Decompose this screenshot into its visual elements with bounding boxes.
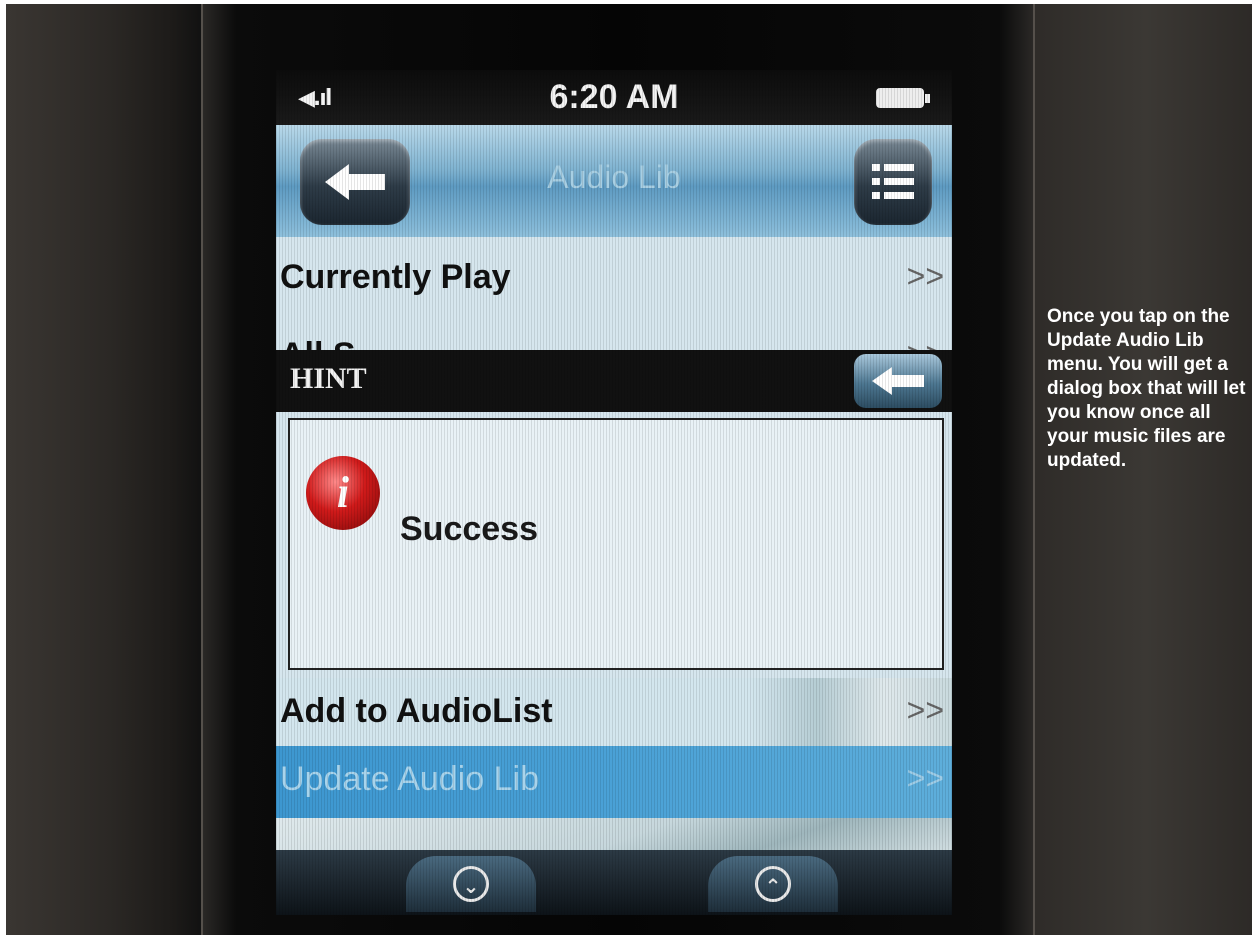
chevron-double-right-icon: >>: [906, 258, 944, 294]
status-bar: ◀.ıl 6:20 AM: [276, 70, 952, 125]
caption-text: Once you tap on the Update Audio Lib men…: [1047, 306, 1246, 471]
scroll-down-icon: ⌄: [453, 866, 489, 902]
scroll-up-icon: ⌃: [755, 866, 791, 902]
menu-item-label: Add to AudioList: [280, 692, 553, 730]
dialog-close-button[interactable]: [854, 354, 942, 408]
menu-item-add-to-audiolist[interactable]: Add to AudioList >>: [276, 678, 952, 748]
menu-item-all-songs[interactable]: All S >>: [276, 322, 952, 352]
device-screen: ◀.ıl 6:20 AM Audio Lib Currently Play >>…: [276, 70, 952, 915]
battery-icon: [876, 88, 930, 108]
title-bar: Audio Lib: [276, 125, 952, 237]
scroll-nav-bar: ⌄ ⌃: [276, 850, 952, 915]
menu-item-label: Update Audio Lib: [280, 760, 539, 798]
menu-button[interactable]: [854, 139, 932, 225]
menu-item-update-audio-lib[interactable]: Update Audio Lib >>: [276, 746, 952, 818]
chevron-double-right-icon: >>: [906, 692, 944, 728]
page-title: Audio Lib: [547, 159, 681, 195]
menu-item-currently-play[interactable]: Currently Play >>: [276, 244, 952, 312]
menu-item-label: Currently Play: [280, 258, 511, 296]
status-time: 6:20 AM: [549, 78, 679, 116]
info-icon: i: [306, 456, 380, 530]
scroll-down-button[interactable]: ⌄: [406, 856, 536, 912]
hint-dialog-header: HINT: [276, 350, 952, 412]
chevron-double-right-icon: >>: [906, 760, 944, 796]
list-menu-icon: [872, 164, 914, 199]
back-arrow-icon: [872, 367, 924, 395]
hint-dialog-body: i Success: [288, 418, 944, 670]
dialog-message: Success: [400, 510, 538, 548]
dialog-title: HINT: [290, 362, 367, 395]
scroll-up-button[interactable]: ⌃: [708, 856, 838, 912]
